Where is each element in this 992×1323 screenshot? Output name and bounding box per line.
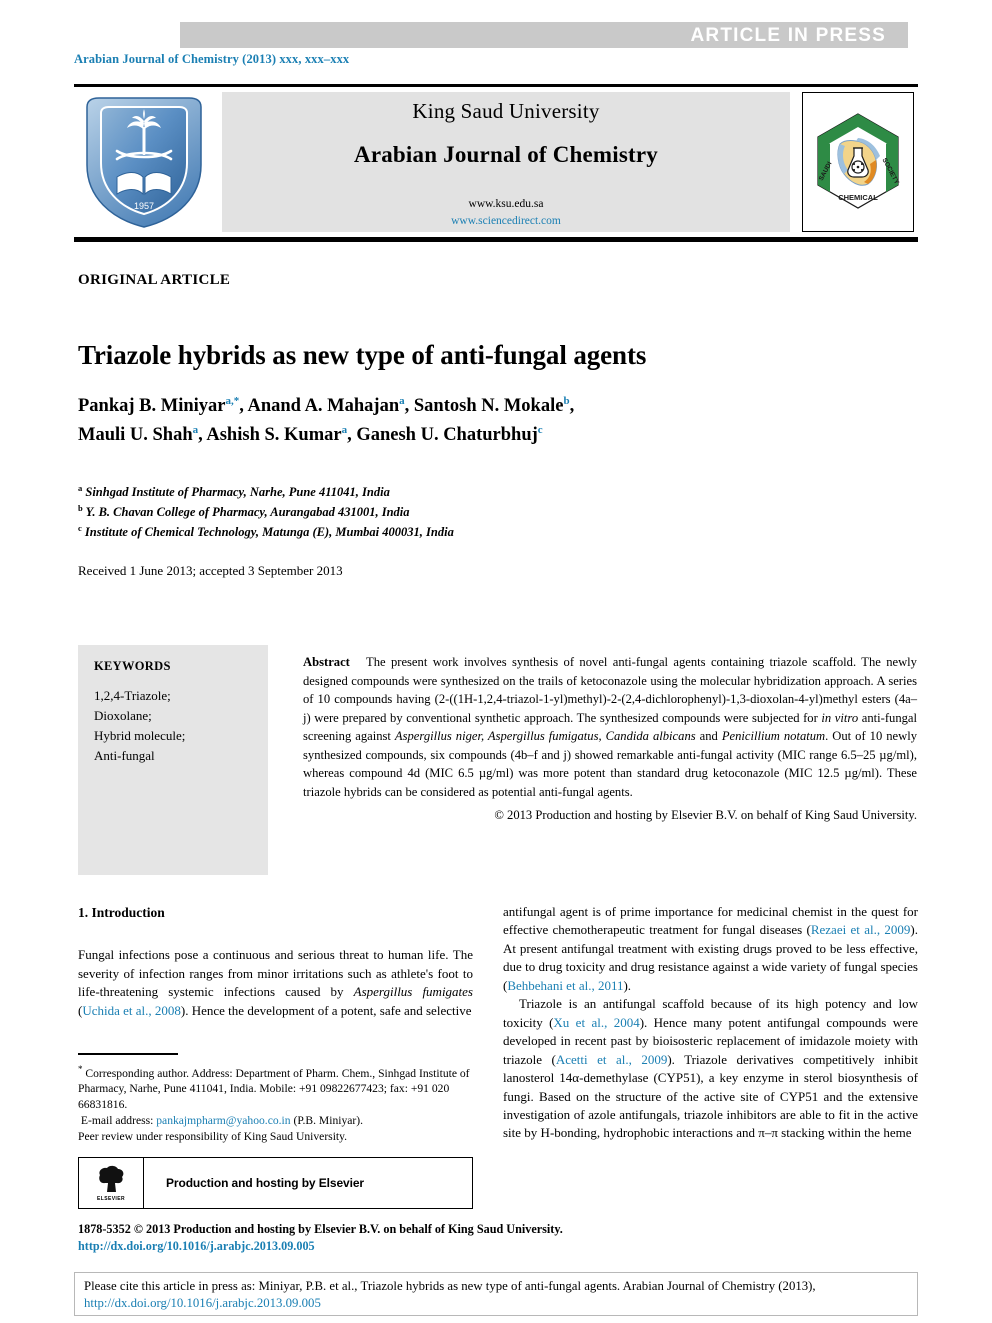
affiliation-mark-2: c bbox=[78, 522, 82, 533]
author-mark-1: a bbox=[399, 394, 405, 407]
intro-paragraph-left: Fungal infections pose a continuous and … bbox=[78, 946, 473, 1020]
footnote-email-label: E-mail address: bbox=[80, 1114, 157, 1128]
ksu-url: www.ksu.edu.sa bbox=[468, 197, 544, 210]
affiliation-mark-1: b bbox=[78, 502, 83, 513]
keyword-item: Dioxolane; bbox=[94, 708, 152, 724]
affiliation-text-1: Y. B. Chavan College of Pharmacy, Aurang… bbox=[85, 505, 410, 520]
sciencedirect-url[interactable]: www.sciencedirect.com bbox=[451, 214, 561, 230]
section-heading-introduction: 1. Introduction bbox=[78, 905, 165, 920]
author-name-4: Ashish S. Kumar bbox=[206, 424, 342, 445]
article-page: ARTICLE IN PRESS Arabian Journal of Chem… bbox=[0, 0, 992, 1323]
keyword-item: 1,2,4-Triazole; bbox=[94, 688, 171, 703]
author-name-2: Santosh N. Mokale bbox=[413, 396, 564, 416]
elsevier-hosting-box: ELSEVIER Production and hosting by Elsev… bbox=[78, 1157, 473, 1209]
ksu-logo-year: 1957 bbox=[134, 201, 154, 211]
ksu-shield-icon: 1957 bbox=[86, 97, 202, 228]
keywords-list: 1,2,4-Triazole; Dioxolane; Hybrid molecu… bbox=[94, 686, 252, 767]
affiliation-mark-0: a bbox=[78, 483, 83, 493]
masthead-center: King Saud University Arabian Journal of … bbox=[222, 92, 790, 232]
right-text-1c: ). bbox=[623, 977, 632, 993]
masthead: 1957 King Saud University Arabian Journa… bbox=[74, 84, 918, 242]
cite-text: Please cite this article in press as: Mi… bbox=[84, 1279, 816, 1293]
masthead-urls: www.ksu.edu.sa www.sciencedirect.com bbox=[451, 192, 561, 229]
author-name-0: Pankaj B. Miniyar bbox=[78, 396, 226, 416]
body-column-left: 1. Introduction Fungal infections pose a… bbox=[78, 903, 473, 1020]
issn-copyright-line: 1878-5352 © 2013 Production and hosting … bbox=[78, 1222, 563, 1236]
article-in-press-label: ARTICLE IN PRESS bbox=[690, 25, 886, 46]
doi-link[interactable]: http://dx.doi.org/10.1016/j.arabjc.2013.… bbox=[78, 1239, 315, 1254]
keyword-item: Hybrid molecule; bbox=[94, 728, 186, 744]
page-title: Triazole hybrids as new type of anti-fun… bbox=[78, 340, 647, 371]
footnote-divider bbox=[78, 1053, 178, 1055]
citation-link-rezaei[interactable]: Rezaei et al., 2009 bbox=[811, 922, 911, 937]
keyword-item: Anti-fungal bbox=[94, 748, 155, 764]
abstract-italic-1: in vitro bbox=[821, 710, 859, 725]
article-type-label: ORIGINAL ARTICLE bbox=[78, 272, 231, 288]
elsevier-wordmark: ELSEVIER bbox=[97, 1195, 125, 1202]
masthead-university: King Saud University bbox=[412, 98, 600, 123]
author-name-3: Mauli U. Shah bbox=[78, 424, 193, 445]
author-mark-2: b bbox=[563, 394, 570, 407]
masthead-top-rule bbox=[74, 84, 918, 87]
keywords-heading: KEYWORDS bbox=[94, 659, 171, 673]
footnote-corresponding: * Corresponding author. Address: Departm… bbox=[78, 1063, 473, 1114]
footnote-corresponding-text: Corresponding author. Address: Departmen… bbox=[78, 1066, 470, 1112]
author-mark-0: a,* bbox=[225, 394, 240, 407]
affiliation-list: a Sinhgad Institute of Pharmacy, Narhe, … bbox=[78, 482, 778, 542]
author-name-1: Anand A. Mahajan bbox=[247, 396, 400, 416]
citation-link-uchida[interactable]: Uchida et al., 2008 bbox=[82, 1003, 181, 1018]
masthead-journal-title: Arabian Journal of Chemistry bbox=[354, 141, 658, 167]
affiliation-text-0: Sinhgad Institute of Pharmacy, Narhe, Pu… bbox=[85, 485, 390, 500]
article-in-press-banner: ARTICLE IN PRESS bbox=[180, 22, 908, 48]
body-column-right: antifungal agent is of prime importance … bbox=[503, 903, 918, 1143]
masthead-bottom-rule bbox=[74, 237, 918, 242]
affiliation-item: a Sinhgad Institute of Pharmacy, Narhe, … bbox=[78, 482, 778, 502]
saudi-chemical-society-logo: CHEMICAL SAUDI SOCIETY bbox=[798, 92, 918, 232]
author-mark-3: a bbox=[192, 423, 199, 436]
author-name-5: Ganesh U. Chaturbhuj bbox=[356, 424, 538, 445]
received-accepted-dates: Received 1 June 2013; accepted 3 Septemb… bbox=[78, 563, 343, 578]
abstract-body: Abstract The present work involves synth… bbox=[303, 653, 917, 801]
elsevier-caption: Production and hosting by Elsevier bbox=[166, 1176, 364, 1190]
abstract-italic-3: Penicillium notatum bbox=[721, 729, 826, 743]
elsevier-logo: ELSEVIER bbox=[79, 1158, 144, 1208]
author-mark-5: c bbox=[537, 423, 543, 436]
citation-link-xu[interactable]: Xu et al., 2004 bbox=[553, 1015, 639, 1030]
affiliation-item: b Y. B. Chavan College of Pharmacy, Aura… bbox=[78, 502, 778, 522]
cite-this-article-footer: Please cite this article in press as: Mi… bbox=[74, 1272, 918, 1316]
footnote-peer-review: Peer review under responsibility of King… bbox=[78, 1130, 348, 1144]
elsevier-tree-icon bbox=[99, 1165, 124, 1192]
scs-hexagon-icon: CHEMICAL SAUDI SOCIETY bbox=[817, 113, 900, 209]
citation-link-acetti[interactable]: Acetti et al., 2009 bbox=[556, 1052, 668, 1067]
scs-bottom-label: CHEMICAL bbox=[838, 193, 878, 202]
citation-link-behbehani[interactable]: Behbehani et al., 2011 bbox=[507, 978, 623, 993]
abstract-italic-2: Aspergillus niger, Aspergillus fumigatus… bbox=[394, 729, 696, 743]
abstract-section: Abstract The present work involves synth… bbox=[303, 653, 917, 825]
abstract-text-3: and bbox=[695, 729, 722, 743]
right-paragraph-2: Triazole is an antifungal scaffold becau… bbox=[503, 995, 918, 1143]
affiliation-item: c Institute of Chemical Technology, Matu… bbox=[78, 522, 778, 542]
journal-reference-line: Arabian Journal of Chemistry (2013) xxx,… bbox=[74, 52, 350, 66]
scs-logo-frame: CHEMICAL SAUDI SOCIETY bbox=[802, 92, 914, 232]
footnote-email-suffix: (P.B. Miniyar). bbox=[290, 1114, 364, 1128]
abstract-label: Abstract bbox=[303, 655, 350, 669]
intro-species-name: Aspergillus fumigates bbox=[353, 984, 473, 1000]
footnote-email-line: E-mail address: pankajmpharm@yahoo.co.in… bbox=[78, 1113, 473, 1129]
right-paragraph-1: antifungal agent is of prime importance … bbox=[503, 903, 918, 995]
abstract-copyright: © 2013 Production and hosting by Elsevie… bbox=[494, 808, 917, 822]
affiliation-text-2: Institute of Chemical Technology, Matung… bbox=[84, 524, 454, 539]
cite-doi-link[interactable]: http://dx.doi.org/10.1016/j.arabjc.2013.… bbox=[84, 1296, 321, 1310]
corresponding-author-footnote: * Corresponding author. Address: Departm… bbox=[78, 1053, 473, 1145]
keywords-box: KEYWORDS 1,2,4-Triazole; Dioxolane; Hybr… bbox=[78, 645, 268, 875]
author-mark-4: a bbox=[341, 423, 348, 436]
intro-text-c: ). Hence the development of a potent, sa… bbox=[180, 1002, 472, 1018]
author-list: Pankaj B. Miniyara,*, Anand A. Mahajana,… bbox=[78, 394, 575, 445]
ksu-logo: 1957 bbox=[74, 92, 214, 232]
footnote-email-link[interactable]: pankajmpharm@yahoo.co.in bbox=[156, 1114, 290, 1127]
